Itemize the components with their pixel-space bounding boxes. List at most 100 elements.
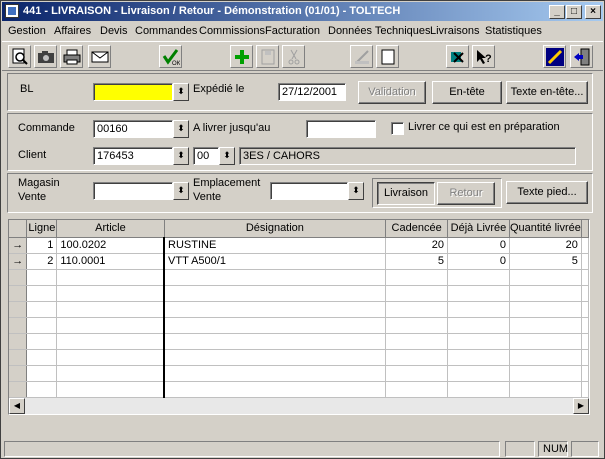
emplacement-dropdown-button[interactable]: ⬍ [348,182,364,200]
cell-quantite-livree[interactable]: 20 [509,237,582,254]
cell-ligne[interactable] [26,269,58,286]
cell-deja-livree[interactable] [447,301,510,318]
new-page-icon[interactable] [376,45,399,68]
cell-ligne[interactable] [26,317,58,334]
cell-cadencee[interactable] [385,365,449,382]
row-selector-arrow-icon[interactable] [9,333,28,350]
cell-quantite-livree[interactable] [509,365,582,382]
horizontal-scrollbar[interactable]: ◀ ▶ [9,398,589,414]
table-row[interactable] [9,317,589,334]
cell-extra[interactable] [581,285,589,302]
menu-statistiques[interactable]: Statistiques [485,25,542,37]
validate-ok-icon[interactable]: OK [159,45,182,68]
table-row[interactable] [9,381,589,398]
save-icon[interactable] [256,45,279,68]
cell-extra[interactable] [581,349,589,366]
row-selector-arrow-icon[interactable] [9,301,28,318]
emplacement-field[interactable] [270,182,348,200]
minimize-button[interactable]: _ [549,5,565,19]
cell-ligne[interactable] [26,285,58,302]
table-row[interactable] [9,301,589,318]
app-icon[interactable] [5,4,19,18]
validation-button[interactable]: Validation [358,81,426,104]
preview-icon[interactable] [8,45,31,68]
cell-designation[interactable] [164,301,387,318]
cell-extra[interactable] [581,381,589,398]
edit-icon[interactable] [350,45,373,68]
table-row[interactable]: → 1 100.0202 RUSTINE 20 0 20 [9,237,589,254]
menu-devis[interactable]: Devis [100,25,128,37]
cell-extra[interactable] [581,333,589,350]
magasin-field[interactable] [93,182,173,200]
cell-ligne[interactable] [26,301,58,318]
row-selector-arrow-icon[interactable] [9,269,28,286]
cell-deja-livree[interactable] [447,333,510,350]
cell-quantite-livree[interactable] [509,269,582,286]
bl-dropdown-button[interactable]: ⬍ [173,83,189,101]
cell-cadencee[interactable] [385,285,449,302]
texte-entete-button[interactable]: Texte en-tête... [506,81,588,104]
menu-commandes[interactable]: Commandes [135,25,197,37]
add-icon[interactable] [230,45,253,68]
cell-designation[interactable] [164,285,387,302]
cell-article[interactable] [56,333,166,350]
cell-quantite-livree[interactable] [509,381,582,398]
cell-article[interactable] [56,349,166,366]
table-row[interactable] [9,285,589,302]
cell-article[interactable] [56,301,166,318]
magasin-dropdown-button[interactable]: ⬍ [173,182,189,200]
cell-deja-livree[interactable]: 0 [447,237,510,254]
row-selector-arrow-icon[interactable] [9,317,28,334]
table-row[interactable] [9,349,589,366]
cell-designation[interactable] [164,381,387,398]
table-row[interactable] [9,365,589,382]
cell-article[interactable]: 110.0001 [56,253,166,270]
menu-commissions[interactable]: Commissions [199,25,265,37]
cell-extra[interactable] [581,269,589,286]
cell-deja-livree[interactable] [447,269,510,286]
transfer-icon[interactable] [446,45,469,68]
cell-quantite-livree[interactable] [509,285,582,302]
cell-cadencee[interactable]: 20 [385,237,449,254]
column-header-deja-livree[interactable]: Déjà Livrée [447,220,510,238]
row-selector-arrow-icon[interactable] [9,285,28,302]
cell-designation[interactable] [164,349,387,366]
commande-field[interactable]: 00160 [93,120,173,138]
cut-icon[interactable] [282,45,305,68]
row-selector-arrow-icon[interactable] [9,349,28,366]
cell-cadencee[interactable] [385,317,449,334]
column-header-quantite-livree[interactable]: Quantité livrée [509,220,582,238]
menu-gestion[interactable]: Gestion [8,25,46,37]
cell-deja-livree[interactable] [447,349,510,366]
camera-icon[interactable] [34,45,57,68]
cell-article[interactable] [56,381,166,398]
cell-ligne[interactable] [26,349,58,366]
entete-button[interactable]: En-tête [432,81,502,104]
table-row[interactable]: → 2 110.0001 VTT A500/1 5 0 5 [9,253,589,270]
retour-button[interactable]: Retour [437,182,495,205]
cell-extra[interactable] [581,365,589,382]
maximize-button[interactable]: □ [566,5,582,19]
cell-deja-livree[interactable] [447,285,510,302]
table-row[interactable] [9,269,589,286]
scroll-right-icon[interactable]: ▶ [573,398,589,414]
cell-quantite-livree[interactable] [509,333,582,350]
column-header-designation[interactable]: Désignation [164,220,387,238]
cell-deja-livree[interactable]: 0 [447,253,510,270]
cell-cadencee[interactable] [385,349,449,366]
cell-cadencee[interactable]: 5 [385,253,449,270]
cell-deja-livree[interactable] [447,365,510,382]
cell-ligne[interactable] [26,365,58,382]
cell-extra[interactable] [581,253,589,270]
livrer-date-field[interactable] [306,120,376,138]
close-button[interactable]: × [585,5,601,19]
cell-deja-livree[interactable] [447,381,510,398]
cell-designation[interactable]: RUSTINE [164,237,387,254]
cell-deja-livree[interactable] [447,317,510,334]
cell-designation[interactable] [164,317,387,334]
livrer-prep-checkbox[interactable] [391,122,404,135]
cell-extra[interactable] [581,237,589,254]
cell-quantite-livree[interactable] [509,349,582,366]
tool-icon[interactable] [543,45,566,68]
cell-article[interactable] [56,365,166,382]
